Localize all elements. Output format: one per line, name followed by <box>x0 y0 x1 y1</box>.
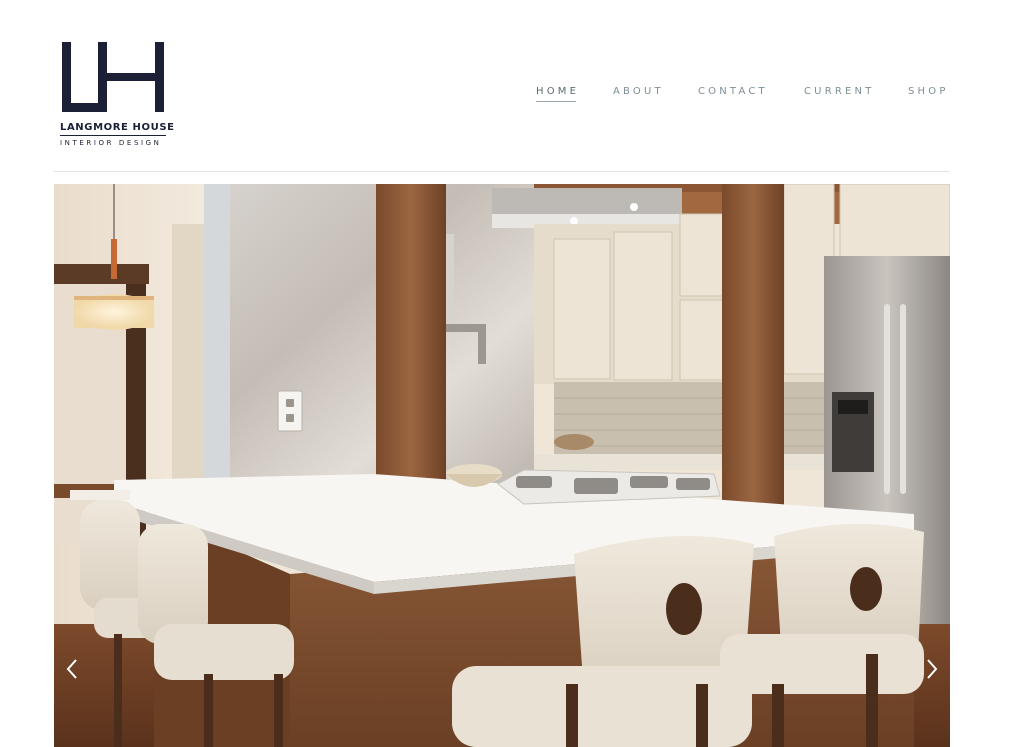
main-nav: HOME ABOUT CONTACT CURRENT SHOP <box>0 86 1024 106</box>
brand-tagline: INTERIOR DESIGN <box>60 139 162 147</box>
brand-name: LANGMORE HOUSE <box>60 122 175 133</box>
hero-slider[interactable] <box>54 184 950 747</box>
nav-contact[interactable]: CONTACT <box>698 86 768 97</box>
logo-rule <box>60 135 166 136</box>
chevron-left-icon <box>66 659 77 679</box>
slider-next-button[interactable] <box>922 654 942 684</box>
slider-prev-button[interactable] <box>62 654 82 684</box>
nav-shop[interactable]: SHOP <box>908 86 949 97</box>
kitchen-island-photo <box>54 184 950 747</box>
nav-about[interactable]: ABOUT <box>613 86 664 97</box>
chevron-right-icon <box>927 659 938 679</box>
header-divider <box>54 171 950 172</box>
nav-home[interactable]: HOME <box>536 86 579 102</box>
nav-current[interactable]: CURRENT <box>804 86 875 97</box>
